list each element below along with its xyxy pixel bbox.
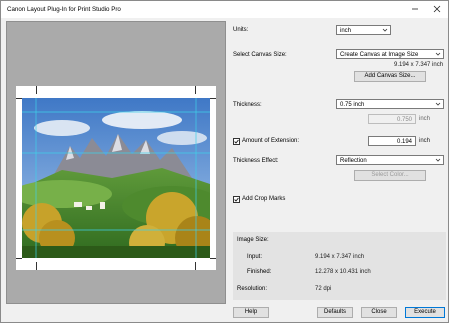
thickness-unit: inch xyxy=(419,116,431,122)
finished-value: 12.278 x 10.431 inch xyxy=(315,269,371,275)
units-value: inch xyxy=(340,27,352,34)
crop-mark xyxy=(16,98,22,99)
checkmark-icon xyxy=(234,139,239,144)
thickness-effect-select[interactable]: Reflection xyxy=(336,155,444,165)
minimize-icon[interactable] xyxy=(409,3,421,15)
select-color-button[interactable]: Select Color... xyxy=(354,170,426,181)
checkmark-icon xyxy=(234,197,239,202)
canvas-size-label: Select Canvas Size: xyxy=(233,52,287,58)
thickness-value: 0.75 inch xyxy=(340,101,365,108)
thickness-effect-value: Reflection xyxy=(340,157,367,164)
extension-field[interactable]: 0.194 xyxy=(368,136,416,146)
canvas-size-value: Create Canvas at Image Size xyxy=(340,51,419,58)
canvas-dimensions: 9.194 x 7.347 inch xyxy=(394,62,444,68)
image-size-box: Image Size: Input: 9.194 x 7.347 inch Fi… xyxy=(233,232,446,300)
crop-mark xyxy=(195,262,196,270)
extension-checkbox[interactable] xyxy=(233,138,240,145)
close-icon[interactable] xyxy=(431,3,443,15)
execute-button[interactable]: Execute xyxy=(405,307,445,318)
chevron-down-icon xyxy=(382,28,388,32)
title-bar: Canon Layout Plug-In for Print Studio Pr… xyxy=(1,1,448,18)
finished-label: Finished: xyxy=(247,269,272,275)
image-size-heading: Image Size: xyxy=(237,237,269,243)
resolution-value: 72 dpi xyxy=(315,286,332,292)
crop-mark xyxy=(210,258,216,259)
crop-marks-checkbox[interactable] xyxy=(233,196,240,203)
crop-mark xyxy=(36,86,37,94)
crop-marks-label: Add Crop Marks xyxy=(242,196,286,202)
crop-mark xyxy=(16,258,22,259)
thickness-label: Thickness: xyxy=(233,102,262,108)
canvas-preview xyxy=(16,86,216,270)
window-title: Canon Layout Plug-In for Print Studio Pr… xyxy=(7,6,121,13)
resolution-label: Resolution: xyxy=(237,286,268,292)
close-button[interactable]: Close xyxy=(361,307,397,318)
defaults-button[interactable]: Defaults xyxy=(317,307,353,318)
chevron-down-icon xyxy=(435,102,441,106)
preview-pane xyxy=(6,21,226,304)
units-label: Units: xyxy=(233,27,249,33)
extension-label: Amount of Extension: xyxy=(242,138,300,144)
thickness-effect-label: Thickness Effect: xyxy=(233,158,279,164)
preview-photo xyxy=(22,98,210,258)
canvas-size-select[interactable]: Create Canvas at Image Size xyxy=(336,49,444,59)
crop-mark xyxy=(210,98,216,99)
chevron-down-icon xyxy=(435,52,441,56)
chevron-down-icon xyxy=(435,158,441,162)
extension-unit: inch xyxy=(419,138,431,144)
input-label: Input: xyxy=(247,254,263,260)
thickness-field: 0.750 xyxy=(368,114,416,124)
crop-mark xyxy=(195,86,196,94)
crop-mark xyxy=(36,262,37,270)
plugin-window: Canon Layout Plug-In for Print Studio Pr… xyxy=(0,0,449,323)
thickness-select[interactable]: 0.75 inch xyxy=(336,99,444,109)
units-select[interactable]: inch xyxy=(336,25,391,35)
help-button[interactable]: Help xyxy=(233,307,269,318)
add-canvas-size-button[interactable]: Add Canvas Size... xyxy=(354,71,426,82)
settings-panel: Units: inch Select Canvas Size: Create C… xyxy=(228,18,448,324)
input-value: 9.194 x 7.347 inch xyxy=(315,254,365,260)
